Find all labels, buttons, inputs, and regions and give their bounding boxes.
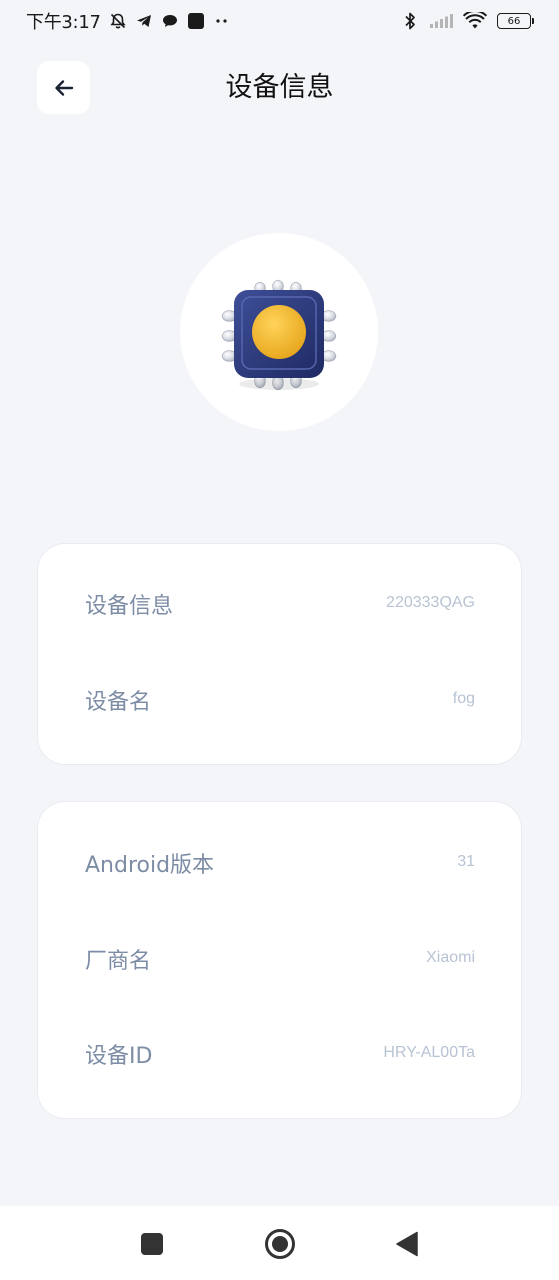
- nav-back-button[interactable]: [393, 1230, 421, 1258]
- recents-button[interactable]: [138, 1230, 166, 1258]
- home-button[interactable]: [264, 1228, 296, 1260]
- status-bar: 下午3:17 66: [0, 0, 559, 42]
- row-value: fog: [452, 690, 475, 707]
- chip-icon: [204, 262, 354, 402]
- recents-square-icon: [140, 1232, 164, 1256]
- info-row-device-id: 设备ID HRY-AL00Ta: [38, 1037, 521, 1077]
- info-row-device-info: 设备信息 220333QAG: [38, 587, 521, 627]
- signal-icon: [429, 12, 453, 30]
- info-row-manufacturer: 厂商名 Xiaomi: [38, 942, 521, 982]
- battery-indicator: 66: [497, 13, 534, 29]
- system-info-card: Android版本 31 厂商名 Xiaomi 设备ID HRY-AL00Ta: [37, 801, 522, 1119]
- status-time: 下午3:17: [26, 12, 101, 33]
- home-circle-icon: [264, 1228, 296, 1260]
- row-value: 220333QAG: [386, 594, 475, 611]
- square-app-icon: [187, 12, 205, 30]
- row-label: 厂商名: [85, 949, 152, 974]
- info-row-device-name: 设备名 fog: [38, 683, 521, 723]
- status-right: 66: [401, 12, 534, 30]
- row-value: 31: [457, 853, 475, 870]
- more-dots-icon: [213, 12, 231, 30]
- row-label: 设备信息: [85, 594, 174, 619]
- device-info-card: 设备信息 220333QAG 设备名 fog: [37, 543, 522, 765]
- system-nav-bar: [0, 1206, 559, 1280]
- battery-level: 66: [507, 15, 521, 27]
- back-triangle-icon: [395, 1231, 419, 1257]
- row-label: Android版本: [85, 853, 215, 878]
- chat-bubble-icon: [161, 12, 179, 30]
- bluetooth-icon: [401, 12, 419, 30]
- row-label: 设备名: [85, 690, 152, 715]
- row-value: Xiaomi: [426, 949, 475, 966]
- telegram-icon: [135, 12, 153, 30]
- page-title: 设备信息: [225, 72, 334, 103]
- row-value: HRY-AL00Ta: [383, 1044, 475, 1061]
- status-left: 下午3:17: [26, 8, 231, 34]
- info-row-android-version: Android版本 31: [38, 846, 521, 886]
- device-hero: [180, 233, 378, 431]
- wifi-icon: [463, 12, 487, 30]
- bell-off-icon: [109, 12, 127, 30]
- row-label: 设备ID: [85, 1044, 153, 1069]
